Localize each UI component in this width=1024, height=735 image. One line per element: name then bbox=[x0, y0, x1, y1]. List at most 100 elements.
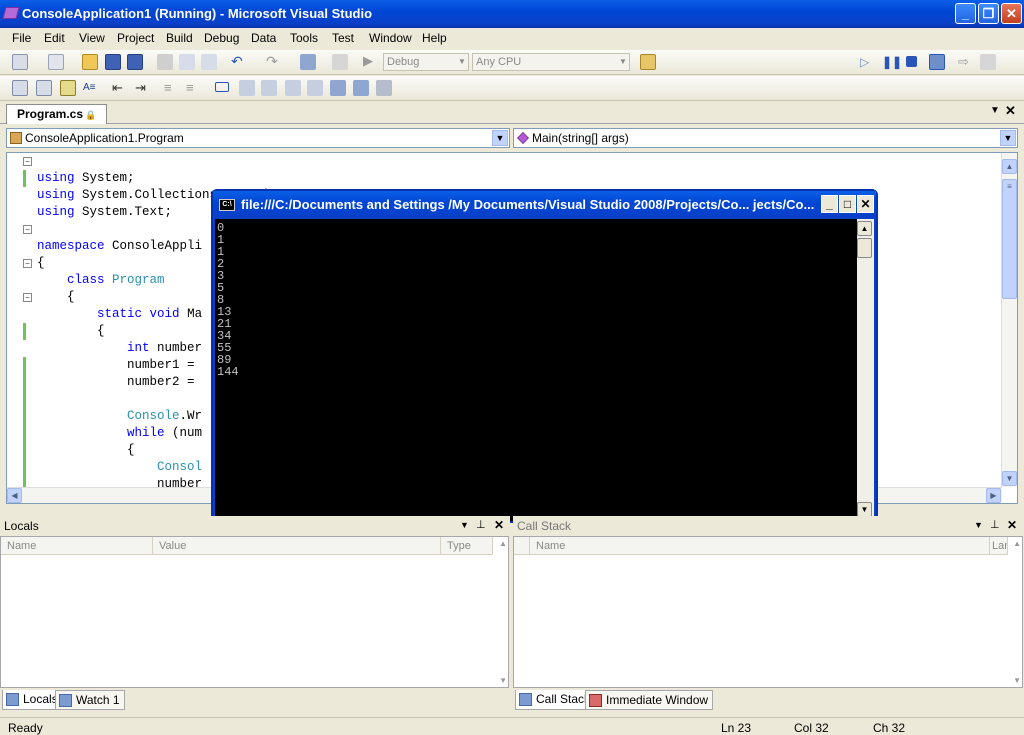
locals-grid[interactable]: Name Value Type ▲ ▼ bbox=[0, 536, 509, 688]
menu-window[interactable]: Window bbox=[369, 31, 412, 45]
column-name[interactable]: Name bbox=[530, 537, 990, 555]
decrease-indent-icon[interactable]: ⇤ bbox=[112, 80, 128, 96]
tab-watch-1[interactable]: Watch 1 bbox=[55, 690, 125, 710]
scroll-down-icon[interactable]: ▼ bbox=[1013, 676, 1021, 685]
start-debugging-icon[interactable]: ▶ bbox=[363, 54, 379, 70]
scroll-thumb[interactable]: ≡ bbox=[1002, 179, 1017, 299]
comment-out-icon[interactable]: ≡ bbox=[164, 80, 180, 96]
undo-icon[interactable]: ↶ bbox=[231, 54, 247, 70]
navigate-forward-icon[interactable] bbox=[332, 54, 348, 70]
scroll-down-icon[interactable]: ▼ bbox=[1002, 471, 1017, 486]
pin-icon[interactable]: ⊥ bbox=[476, 518, 486, 531]
close-panel-icon[interactable]: ✕ bbox=[494, 518, 504, 532]
output-line: 2 bbox=[217, 257, 225, 271]
scroll-up-icon[interactable]: ▲ bbox=[1013, 539, 1021, 548]
tab-dropdown-icon[interactable]: ▼ bbox=[990, 105, 1000, 116]
menu-file[interactable]: File bbox=[12, 31, 31, 45]
uncomment-icon[interactable]: ≡ bbox=[186, 80, 202, 96]
editor-vertical-scrollbar[interactable]: ▲ ≡ ▼ bbox=[1001, 153, 1017, 487]
step-into-icon[interactable] bbox=[980, 54, 996, 70]
toggle-bookmark-icon[interactable] bbox=[215, 82, 229, 92]
restart-icon[interactable] bbox=[929, 54, 945, 70]
open-file-icon[interactable] bbox=[82, 54, 98, 70]
class-combo[interactable]: ConsoleApplication1.Program ▼ bbox=[6, 128, 510, 148]
scroll-thumb[interactable] bbox=[857, 238, 872, 258]
cut-icon[interactable] bbox=[157, 54, 173, 70]
close-document-icon[interactable]: ✕ bbox=[1005, 103, 1016, 119]
tab-immediate-window[interactable]: Immediate Window bbox=[585, 690, 714, 710]
next-bookmark-icon[interactable] bbox=[261, 80, 277, 96]
console-title-bar[interactable]: C:\ file:///C:/Documents and Settings /M… bbox=[213, 191, 876, 219]
solution-config-combo[interactable]: Debug ▼ bbox=[383, 53, 469, 71]
scroll-down-icon[interactable]: ▼ bbox=[499, 676, 507, 685]
menu-data[interactable]: Data bbox=[251, 31, 276, 45]
show-next-statement-icon[interactable]: ⇨ bbox=[958, 54, 974, 70]
navigate-backward-icon[interactable] bbox=[300, 54, 316, 70]
menu-debug[interactable]: Debug bbox=[204, 31, 239, 45]
parameter-info-icon[interactable] bbox=[36, 80, 52, 96]
column-type[interactable]: Type bbox=[441, 537, 493, 555]
console-scrollbar[interactable]: ▲ ▼ bbox=[857, 219, 874, 521]
callstack-grid[interactable]: Name Lang ▲ ▼ bbox=[513, 536, 1023, 688]
menu-build[interactable]: Build bbox=[166, 31, 193, 45]
fold-toggle[interactable]: − bbox=[23, 225, 32, 234]
tab-program-cs[interactable]: Program.cs 🔒 bbox=[6, 104, 108, 124]
scroll-left-icon[interactable]: ◀ bbox=[7, 488, 22, 503]
scroll-right-icon[interactable]: ▶ bbox=[986, 488, 1001, 503]
redo-icon[interactable]: ↷ bbox=[266, 54, 282, 70]
console-minimize-button[interactable]: _ bbox=[821, 195, 838, 213]
add-item-icon[interactable] bbox=[48, 54, 64, 70]
stop-debugging-icon[interactable] bbox=[906, 56, 917, 67]
paste-icon[interactable] bbox=[201, 54, 217, 70]
new-project-icon[interactable] bbox=[12, 54, 28, 70]
menu-edit[interactable]: Edit bbox=[44, 31, 65, 45]
fold-toggle[interactable]: − bbox=[23, 157, 32, 166]
save-icon[interactable] bbox=[105, 54, 121, 70]
increase-indent-icon[interactable]: ⇥ bbox=[135, 80, 151, 96]
console-maximize-button[interactable]: □ bbox=[839, 195, 856, 213]
copy-icon[interactable] bbox=[179, 54, 195, 70]
close-button[interactable]: ✕ bbox=[1001, 3, 1022, 24]
column-name[interactable]: Name bbox=[1, 537, 153, 555]
save-all-icon[interactable] bbox=[127, 54, 143, 70]
minimize-button[interactable]: _ bbox=[955, 3, 976, 24]
menu-tools[interactable]: Tools bbox=[290, 31, 318, 45]
previous-bookmark-folder-icon[interactable] bbox=[285, 80, 301, 96]
next-bookmark-folder-icon[interactable] bbox=[307, 80, 323, 96]
complete-word-icon[interactable]: A≡ bbox=[83, 80, 99, 96]
next-bookmark-doc-icon[interactable] bbox=[353, 80, 369, 96]
column-value[interactable]: Value bbox=[153, 537, 441, 555]
menu-test[interactable]: Test bbox=[332, 31, 354, 45]
fold-toggle[interactable]: − bbox=[23, 293, 32, 302]
window-position-icon[interactable]: ▼ bbox=[460, 520, 469, 530]
break-all-icon[interactable]: ❚❚ bbox=[882, 54, 902, 70]
quick-info-icon[interactable] bbox=[60, 80, 76, 96]
locals-panel-header: Locals ▼ ⊥ ✕ bbox=[0, 516, 510, 536]
menu-help[interactable]: Help bbox=[422, 31, 447, 45]
pin-icon[interactable]: ⊥ bbox=[990, 518, 1000, 531]
restore-button[interactable]: ❐ bbox=[978, 3, 999, 24]
platform-combo[interactable]: Any CPU ▼ bbox=[472, 53, 630, 71]
scroll-up-icon[interactable]: ▲ bbox=[857, 221, 872, 236]
scroll-up-icon[interactable]: ▲ bbox=[1002, 159, 1017, 174]
tab-call-stack[interactable]: Call Stack bbox=[515, 690, 596, 710]
close-panel-icon[interactable]: ✕ bbox=[1007, 518, 1017, 532]
menu-view[interactable]: View bbox=[79, 31, 105, 45]
member-combo[interactable]: Main(string[] args) ▼ bbox=[513, 128, 1018, 148]
tab-locals[interactable]: Locals bbox=[2, 690, 63, 710]
previous-bookmark-doc-icon[interactable] bbox=[330, 80, 346, 96]
fold-toggle[interactable]: − bbox=[23, 259, 32, 268]
console-window[interactable]: C:\ file:///C:/Documents and Settings /M… bbox=[211, 189, 878, 523]
locals-title: Locals bbox=[4, 519, 39, 533]
continue-icon[interactable]: ▷ bbox=[860, 54, 876, 70]
menu-project[interactable]: Project bbox=[117, 31, 154, 45]
scroll-down-icon[interactable]: ▼ bbox=[857, 502, 872, 517]
scroll-up-icon[interactable]: ▲ bbox=[499, 539, 507, 548]
find-in-files-icon[interactable] bbox=[640, 54, 656, 70]
window-position-icon[interactable]: ▼ bbox=[974, 520, 983, 530]
console-close-button[interactable]: ✕ bbox=[857, 195, 874, 213]
object-members-icon[interactable] bbox=[12, 80, 28, 96]
clear-bookmarks-icon[interactable] bbox=[376, 80, 392, 96]
column-language[interactable]: Lang bbox=[990, 537, 1008, 555]
previous-bookmark-icon[interactable] bbox=[239, 80, 255, 96]
